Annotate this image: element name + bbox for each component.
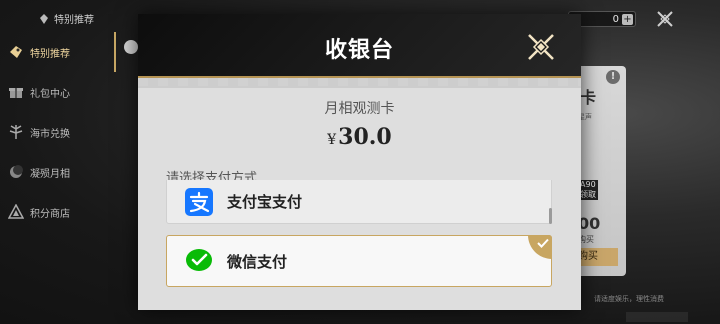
card-number: 00: [578, 214, 601, 233]
disclaimer-text: 请适度娱乐，理性消费: [594, 295, 664, 303]
price: ¥30.0: [138, 124, 581, 150]
gift-tag-icon: [10, 46, 22, 58]
sidebar-item-label: 礼包中心: [30, 88, 70, 100]
card-title: 卡: [580, 88, 597, 107]
card-badge: A90 领取: [578, 180, 598, 200]
footer-bar: [626, 312, 688, 322]
close-icon[interactable]: [656, 10, 674, 28]
sidebar-item-label: 积分商店: [30, 208, 70, 220]
sidebar-item-label: 凝殒月相: [30, 168, 70, 180]
sidebar-item-exchange[interactable]: 海市兑换: [8, 124, 70, 140]
wechat-pay-label: 微信支付: [227, 252, 288, 271]
product-card[interactable]: ! 卡 星声 A90 领取 00 购买 购买: [574, 66, 626, 276]
check-icon: [537, 238, 549, 248]
alipay-label: 支付宝支付: [227, 193, 303, 211]
background-header-title: 特别推荐: [54, 15, 94, 26]
currency-add-button[interactable]: +: [622, 13, 633, 25]
sidebar-toggle-knob[interactable]: [124, 40, 138, 54]
sidebar-item-label: 特别推荐: [30, 48, 70, 60]
gift-box-icon: [9, 88, 23, 98]
alipay-icon: [185, 187, 213, 216]
product-name: 月相观测卡: [324, 101, 395, 117]
wechat-icon: [186, 249, 212, 271]
sidebar-item-moon-phase[interactable]: 凝殒月相: [8, 164, 70, 180]
info-icon[interactable]: !: [606, 70, 620, 84]
sidebar-item-label: 海市兑换: [30, 128, 70, 140]
gift-tag-icon: [40, 13, 48, 24]
price-value: 30.0: [338, 124, 392, 150]
alipay-option[interactable]: 支付宝支付: [166, 180, 552, 224]
wechat-pay-option[interactable]: 微信支付: [166, 235, 552, 287]
currency-value: 0: [612, 13, 619, 25]
selected-check-badge: [528, 235, 552, 259]
sidebar-item-gift-center[interactable]: 礼包中心: [8, 84, 70, 100]
modal-header: 收银台: [138, 14, 581, 86]
background-header: 特别推荐: [38, 11, 94, 26]
close-icon[interactable]: [526, 32, 556, 62]
tree-icon: [9, 125, 23, 139]
sidebar-active-indicator: [114, 32, 116, 72]
scrollbar[interactable]: [549, 208, 552, 224]
currency-symbol: ¥: [327, 132, 337, 148]
sidebar-item-points-shop[interactable]: 积分商店: [8, 204, 70, 220]
triangle-shop-icon: [8, 204, 24, 219]
modal-title: 收银台: [324, 38, 394, 63]
checkout-modal: 收银台 月相观测卡 ¥30.0 请选择支付方式 支付宝支付 微信支付: [138, 14, 581, 310]
sidebar-item-special[interactable]: 特别推荐: [8, 44, 70, 60]
moon-icon: [10, 165, 23, 178]
